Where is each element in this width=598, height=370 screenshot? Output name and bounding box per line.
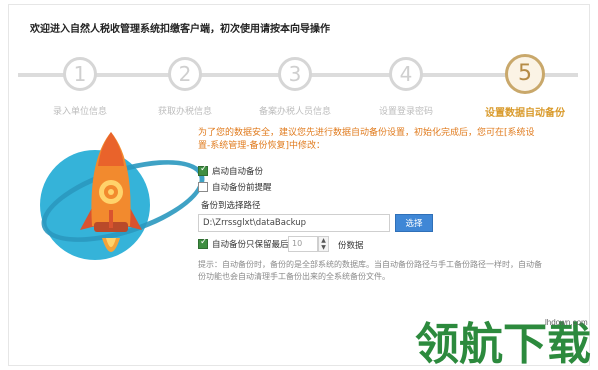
keep-latest-checkbox[interactable] (198, 237, 208, 249)
backup-reminder-label: 自动备份前提醒 (212, 183, 272, 193)
backup-path-input[interactable]: D:\Zrrssglxt\dataBackup (198, 214, 390, 232)
step-1-label: 录入单位信息 (52, 107, 107, 117)
step-2-circle: 2 (168, 57, 202, 91)
browse-button[interactable]: 选择 (395, 214, 433, 232)
step-3-label: 备案办税人员信息 (258, 107, 331, 117)
backup-path-label: 备份到选择路径 (201, 201, 261, 211)
page-title: 欢迎进入自然人税收管理系统扣缴客户端，初次使用请按本向导操作 (30, 24, 330, 35)
backup-reminder-option[interactable]: 自动备份前提醒 (198, 181, 272, 193)
step-3-circle: 3 (278, 57, 312, 91)
keep-latest-option[interactable]: 自动备份只保留最后 (198, 237, 289, 250)
keep-count-input[interactable]: 10 (288, 236, 318, 252)
watermark-url: lhdown.com (545, 318, 588, 327)
chevron-down-icon[interactable]: ▼ (321, 244, 326, 251)
backup-tip: 提示：自动备份时，备份的是全部系统的数据库。当自动备份路径与手工备份路径一样时，… (198, 260, 542, 281)
keep-latest-label: 自动备份只保留最后 (212, 240, 289, 250)
backup-notice: 为了您的数据安全，建议您先进行数据自动备份设置，初始化完成后，您可在[系统设置-… (198, 128, 535, 151)
step-4-circle: 4 (389, 57, 423, 91)
auto-backup-label: 启动自动备份 (212, 167, 264, 177)
rocket-icon (80, 132, 142, 252)
backup-reminder-checkbox[interactable] (198, 182, 208, 192)
step-4-label: 设置登录密码 (378, 107, 433, 117)
keep-count-suffix: 份数据 (338, 241, 364, 251)
auto-backup-checkbox[interactable] (198, 164, 208, 176)
auto-backup-option[interactable]: 启动自动备份 (198, 164, 264, 177)
step-5-label: 设置数据自动备份 (485, 108, 565, 119)
step-1-circle: 1 (63, 57, 97, 91)
step-2-label: 获取办税信息 (157, 107, 212, 117)
chevron-up-icon[interactable]: ▲ (321, 237, 326, 244)
keep-count-stepper[interactable]: ▲ ▼ (318, 236, 329, 252)
step-5-circle: 5 (505, 54, 545, 94)
